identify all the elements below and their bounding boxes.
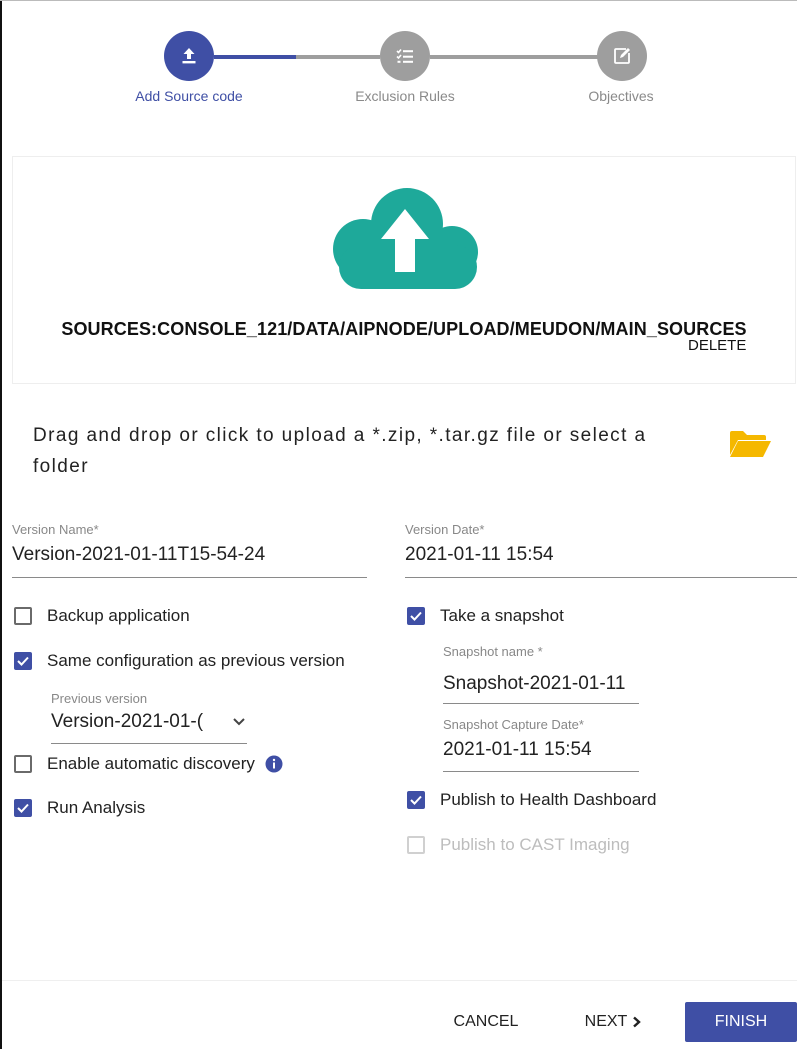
snapshot-date-underline bbox=[443, 771, 639, 772]
previous-version-underline bbox=[51, 743, 247, 744]
publish-imaging-label: Publish to CAST Imaging bbox=[440, 835, 630, 854]
previous-version-select[interactable]: Version-2021-01-( bbox=[51, 711, 223, 733]
auto-discovery-checkbox[interactable] bbox=[14, 755, 32, 773]
take-snapshot-checkbox-row[interactable]: Take a snapshot bbox=[407, 606, 564, 626]
list-check-icon bbox=[396, 48, 413, 63]
take-snapshot-label: Take a snapshot bbox=[440, 606, 564, 625]
step-add-source-code[interactable] bbox=[164, 31, 214, 81]
upload-icon bbox=[182, 48, 196, 64]
backup-label: Backup application bbox=[47, 606, 190, 625]
folder-open-icon[interactable] bbox=[728, 427, 772, 459]
same-config-checkbox-row[interactable]: Same configuration as previous version bbox=[14, 651, 345, 671]
finish-button[interactable]: FINISH bbox=[685, 1002, 797, 1042]
auto-discovery-checkbox-row[interactable]: Enable automatic discovery bbox=[14, 754, 283, 774]
step-label: Objectives bbox=[588, 88, 654, 104]
checkmark-icon bbox=[17, 656, 29, 666]
checkmark-icon bbox=[17, 803, 29, 813]
checkmark-icon bbox=[410, 611, 422, 621]
snapshot-date-input[interactable]: 2021-01-11 15:54 bbox=[443, 739, 639, 761]
previous-version-label: Previous version bbox=[51, 691, 148, 706]
edit-icon bbox=[614, 48, 630, 64]
run-analysis-checkbox[interactable] bbox=[14, 799, 32, 817]
version-name-underline bbox=[12, 577, 367, 578]
publish-imaging-checkbox bbox=[407, 836, 425, 854]
step-exclusion-rules[interactable] bbox=[380, 31, 430, 81]
checkmark-icon bbox=[410, 795, 422, 805]
chevron-right-icon bbox=[633, 1016, 642, 1028]
backup-checkbox[interactable] bbox=[14, 607, 32, 625]
footer-divider bbox=[2, 980, 797, 981]
chevron-down-icon[interactable] bbox=[232, 716, 246, 728]
cancel-button[interactable]: CANCEL bbox=[440, 1002, 532, 1042]
run-analysis-checkbox-row[interactable]: Run Analysis bbox=[14, 798, 145, 818]
snapshot-name-input[interactable]: Snapshot-2021-01-11 bbox=[443, 673, 639, 695]
same-config-label: Same configuration as previous version bbox=[47, 651, 345, 670]
version-date-input[interactable]: 2021-01-11 15:54 bbox=[405, 544, 785, 566]
publish-health-checkbox-row[interactable]: Publish to Health Dashboard bbox=[407, 790, 656, 810]
window-border bbox=[0, 0, 2, 1049]
next-button-label: NEXT bbox=[584, 1013, 628, 1030]
version-name-label: Version Name* bbox=[12, 522, 99, 537]
delete-button[interactable]: DELETE bbox=[688, 337, 746, 354]
snapshot-date-label: Snapshot Capture Date* bbox=[443, 717, 584, 732]
version-date-underline bbox=[405, 577, 797, 578]
auto-discovery-label: Enable automatic discovery bbox=[47, 754, 255, 773]
upload-dropzone[interactable]: SOURCES:CONSOLE_121/DATA/AIPNODE/UPLOAD/… bbox=[12, 156, 796, 384]
publish-health-checkbox[interactable] bbox=[407, 791, 425, 809]
backup-checkbox-row[interactable]: Backup application bbox=[14, 606, 190, 626]
same-config-checkbox[interactable] bbox=[14, 652, 32, 670]
cloud-upload-icon bbox=[333, 188, 478, 289]
publish-imaging-checkbox-row: Publish to CAST Imaging bbox=[407, 835, 630, 855]
step-label: Add Source code bbox=[135, 88, 243, 104]
version-name-input[interactable]: Version-2021-01-11T15-54-24 bbox=[12, 544, 367, 566]
step-label: Exclusion Rules bbox=[355, 88, 455, 104]
info-icon[interactable] bbox=[265, 755, 283, 773]
run-analysis-label: Run Analysis bbox=[47, 798, 146, 817]
snapshot-name-label: Snapshot name * bbox=[443, 644, 543, 659]
step-objectives[interactable] bbox=[597, 31, 647, 81]
step-connector-progress bbox=[214, 55, 296, 59]
step-connector bbox=[430, 55, 598, 59]
version-date-label: Version Date* bbox=[405, 522, 485, 537]
source-path: SOURCES:CONSOLE_121/DATA/AIPNODE/UPLOAD/… bbox=[61, 319, 747, 339]
snapshot-name-underline bbox=[443, 703, 639, 704]
take-snapshot-checkbox[interactable] bbox=[407, 607, 425, 625]
publish-health-label: Publish to Health Dashboard bbox=[440, 790, 657, 809]
next-button[interactable]: NEXT bbox=[572, 1002, 656, 1042]
step-connector bbox=[296, 55, 380, 59]
wizard-stepper: Add Source code Exclusion Rules Objectiv… bbox=[0, 0, 797, 120]
drop-instructions[interactable]: Drag and drop or click to upload a *.zip… bbox=[33, 420, 693, 482]
